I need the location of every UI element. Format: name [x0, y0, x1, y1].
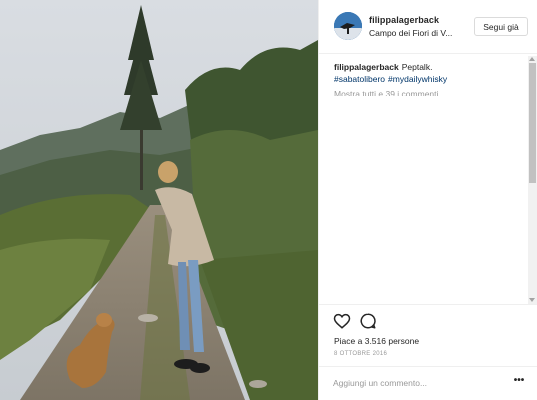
comments-area: filippalagerback Peptalk. #sabatolibero #m…	[319, 54, 537, 304]
post-modal: filippalagerback Campo dei Fiori di V...…	[0, 0, 537, 400]
scroll-up-arrow-icon[interactable]	[529, 57, 535, 61]
hashtag-link[interactable]: #sabatolibero	[334, 74, 385, 84]
post-photo[interactable]	[0, 0, 318, 400]
post-caption: filippalagerback Peptalk. #sabatolibero #m…	[334, 61, 524, 85]
follow-button[interactable]: Segui già	[474, 17, 528, 36]
post-actions: Piace a 3.516 persone 8 OTTOBRE 2016	[319, 304, 537, 366]
hashtag-link[interactable]: #mydailywhisky	[388, 74, 447, 84]
comments-scrollbar[interactable]	[528, 56, 537, 304]
location-link[interactable]: Campo dei Fiori di V...	[369, 28, 461, 38]
likes-count[interactable]: Piace a 3.516 persone	[334, 336, 419, 346]
avatar-image	[334, 12, 362, 40]
username-link[interactable]: filippalagerback	[369, 15, 439, 25]
post-date: 8 OTTOBRE 2016	[334, 351, 388, 357]
ellipsis-icon[interactable]: •••	[512, 376, 526, 388]
caption-text: Peptalk.	[401, 62, 433, 72]
avatar[interactable]	[334, 12, 362, 40]
scrollbar-thumb[interactable]	[529, 63, 536, 183]
add-comment-section: •••	[319, 366, 537, 400]
show-all-comments-link[interactable]: Mostra tutti e 39 i commenti	[334, 88, 514, 96]
heart-outline-icon[interactable]	[333, 312, 351, 330]
photo-illustration	[0, 0, 318, 400]
scroll-down-arrow-icon[interactable]	[529, 298, 535, 302]
speech-bubble-icon[interactable]	[359, 312, 377, 330]
post-sidebar: filippalagerback Campo dei Fiori di V...…	[318, 0, 537, 400]
comment-input[interactable]	[333, 375, 493, 391]
caption-username[interactable]: filippalagerback	[334, 62, 399, 72]
post-header: filippalagerback Campo dei Fiori di V...…	[319, 0, 537, 54]
